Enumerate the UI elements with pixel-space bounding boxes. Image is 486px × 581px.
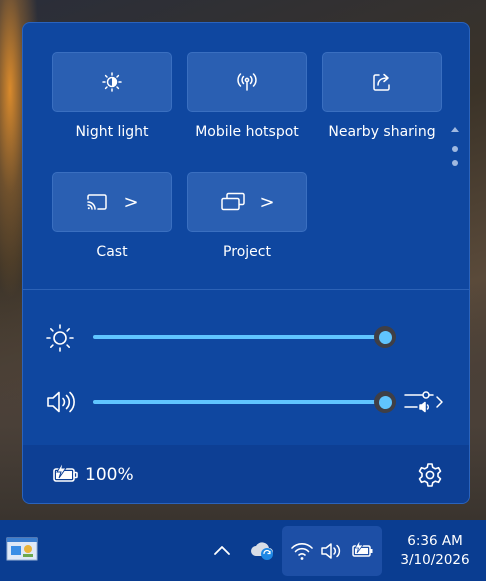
project-chevron-icon: > <box>259 191 275 213</box>
nearby-sharing-label: Nearby sharing <box>328 124 436 140</box>
night-light-label: Night light <box>75 124 149 140</box>
wifi-icon <box>291 543 313 560</box>
gear-icon[interactable] <box>416 461 444 489</box>
project-label: Project <box>223 244 271 260</box>
night-light-tile[interactable] <box>52 52 172 112</box>
cloud-sync-icon[interactable] <box>249 538 275 562</box>
taskbar: 6:36 AM 3/10/2026 <box>0 520 486 581</box>
quick-settings-panel: Night light Mobile hotspot Nearby sharin… <box>22 22 470 504</box>
share-icon <box>373 73 390 91</box>
system-tray-group[interactable] <box>282 526 382 576</box>
volume-track[interactable] <box>93 400 385 404</box>
clock-date: 3/10/2026 <box>400 552 470 568</box>
mobile-hotspot-tile[interactable] <box>187 52 307 112</box>
cast-chevron-icon: > <box>123 191 139 213</box>
chevron-up-icon[interactable] <box>212 542 232 558</box>
battery-percentage: 100% <box>85 465 134 485</box>
quick-settings-tiles: Night light Mobile hotspot Nearby sharin… <box>23 23 469 289</box>
brightness-thumb[interactable] <box>374 326 396 348</box>
night-light-icon <box>102 72 122 92</box>
volume-slider[interactable] <box>23 382 469 422</box>
brightness-icon <box>46 324 74 352</box>
brightness-slider[interactable] <box>23 317 469 357</box>
page-up-icon <box>451 127 459 166</box>
volume-thumb[interactable] <box>374 391 396 413</box>
page-indicator[interactable] <box>449 123 461 173</box>
taskbar-clock[interactable]: 6:36 AM 3/10/2026 <box>390 532 480 570</box>
mobile-hotspot-label: Mobile hotspot <box>195 124 299 140</box>
audio-output-icon[interactable] <box>403 387 447 417</box>
brightness-track[interactable] <box>93 335 385 339</box>
speaker-icon[interactable] <box>45 388 79 416</box>
quick-settings-footer: 100% <box>23 445 469 503</box>
divider <box>23 289 469 290</box>
volume-tray-icon <box>321 543 341 559</box>
battery-charging-icon[interactable] <box>51 461 81 487</box>
cast-tile[interactable]: > <box>52 172 172 232</box>
project-icon <box>221 192 246 211</box>
cast-label: Cast <box>96 244 128 260</box>
control-panel-icon[interactable] <box>6 536 38 564</box>
clock-time: 6:36 AM <box>407 533 463 549</box>
project-tile[interactable]: > <box>187 172 307 232</box>
nearby-sharing-tile[interactable] <box>322 52 442 112</box>
battery-tray-icon <box>352 539 373 557</box>
hotspot-icon <box>237 73 257 91</box>
cast-icon <box>87 194 108 210</box>
